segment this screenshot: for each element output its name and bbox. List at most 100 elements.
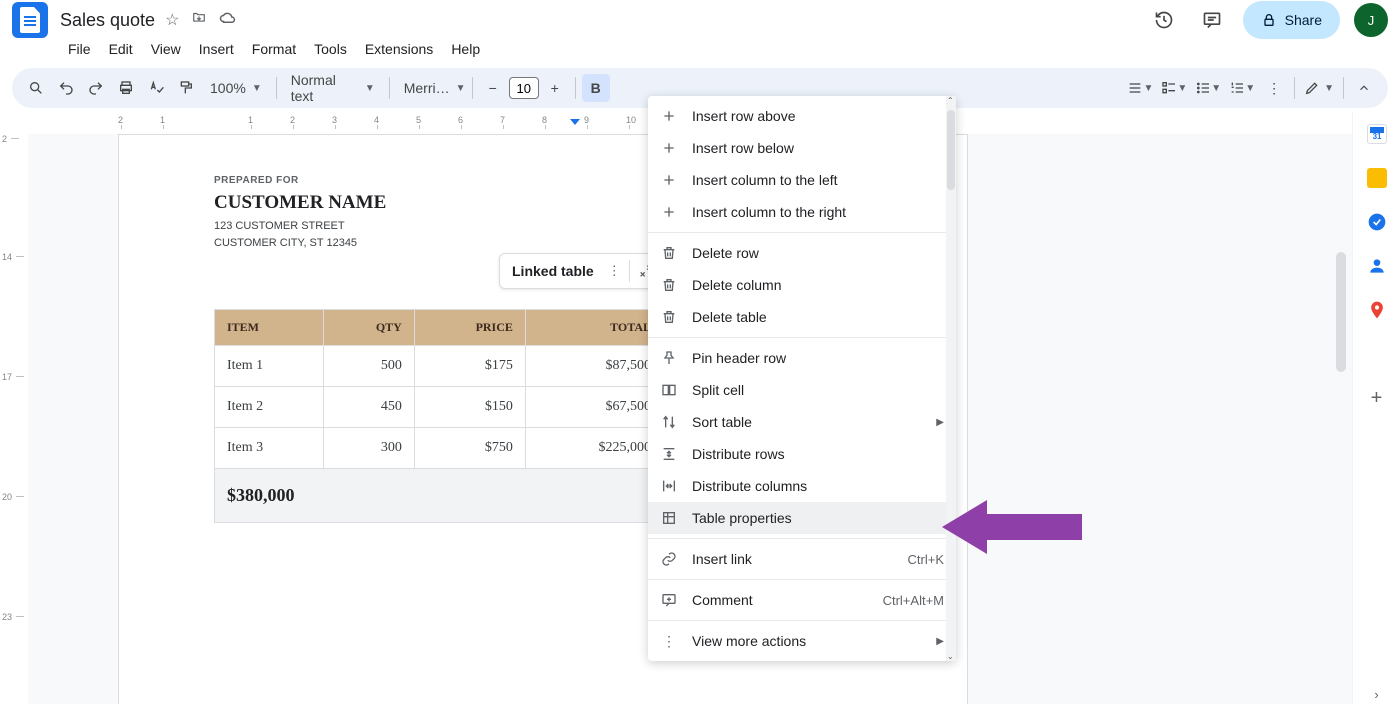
ctx-insert-link[interactable]: Insert linkCtrl+K (648, 543, 956, 575)
table-total-row[interactable]: $380,000 (215, 469, 664, 523)
search-menus-icon[interactable] (22, 74, 50, 102)
checklist-icon[interactable]: ▼ (1158, 74, 1190, 102)
more-icon: ⋮ (660, 632, 678, 650)
ctx-comment[interactable]: CommentCtrl+Alt+M (648, 584, 956, 616)
grand-total[interactable]: $380,000 (215, 469, 664, 523)
side-panel: 31 + › (1352, 112, 1400, 704)
trash-icon (660, 276, 678, 294)
ctx-label: View more actions (692, 633, 806, 649)
calendar-app-icon[interactable]: 31 (1367, 124, 1387, 144)
comments-icon[interactable] (1195, 3, 1229, 37)
paragraph-style-dropdown[interactable]: Normal text ▼ (283, 74, 383, 102)
dist-v-icon (660, 445, 678, 463)
history-icon[interactable] (1147, 3, 1181, 37)
menu-insert[interactable]: Insert (191, 37, 242, 61)
paint-format-icon[interactable] (172, 74, 200, 102)
ruler-tick: 17 (2, 372, 12, 382)
lock-icon (1261, 12, 1277, 28)
undo-icon[interactable] (52, 74, 80, 102)
ctx-distribute-columns[interactable]: Distribute columns (648, 470, 956, 502)
bold-button[interactable]: B (582, 74, 610, 102)
contacts-app-icon[interactable] (1367, 256, 1387, 276)
col-qty[interactable]: QTY (323, 310, 414, 346)
context-menu-scrollbar[interactable] (946, 96, 956, 661)
font-size-input[interactable] (509, 77, 539, 99)
ctx-view-more-actions[interactable]: ⋮View more actions▶ (648, 625, 956, 657)
menu-help[interactable]: Help (443, 37, 488, 61)
ctx-label: Insert link (692, 551, 752, 567)
editing-mode-dropdown[interactable]: ▼ (1301, 74, 1337, 102)
print-icon[interactable] (112, 74, 140, 102)
font-size-group: − + (479, 74, 569, 102)
ctx-label: Distribute columns (692, 478, 807, 494)
col-price[interactable]: PRICE (414, 310, 525, 346)
decrease-font-icon[interactable]: − (479, 74, 507, 102)
plus-icon (660, 107, 678, 125)
keep-app-icon[interactable] (1367, 168, 1387, 188)
menu-tools[interactable]: Tools (306, 37, 355, 61)
table-row[interactable]: Item 3 300 $750 $225,000 (215, 428, 664, 469)
document-title[interactable]: Sales quote (60, 10, 155, 31)
ctx-delete-row[interactable]: Delete row (648, 237, 956, 269)
callout-arrow-icon (942, 492, 1082, 562)
font-family-dropdown[interactable]: Merri… ▼ (396, 74, 466, 102)
ctx-split-cell[interactable]: Split cell (648, 374, 956, 406)
linked-options-icon[interactable]: ⋮ (608, 263, 621, 279)
col-total[interactable]: TOTAL (525, 310, 663, 346)
ctx-insert-column-to-the-left[interactable]: Insert column to the left (648, 164, 956, 196)
ruler-tick: 20 (2, 492, 12, 502)
spellcheck-icon[interactable] (142, 74, 170, 102)
align-dropdown[interactable]: ▼ (1124, 74, 1156, 102)
scrollbar-thumb[interactable] (947, 110, 955, 190)
indent-marker-icon[interactable] (570, 119, 580, 125)
ctx-insert-row-above[interactable]: Insert row above (648, 100, 956, 132)
ctx-label: Insert column to the right (692, 204, 846, 220)
increase-font-icon[interactable]: + (541, 74, 569, 102)
numbered-list-icon[interactable]: ▼ (1226, 74, 1258, 102)
split-icon (660, 381, 678, 399)
ctx-insert-column-to-the-right[interactable]: Insert column to the right (648, 196, 956, 228)
account-avatar[interactable]: J (1354, 3, 1388, 37)
menu-extensions[interactable]: Extensions (357, 37, 441, 61)
star-icon[interactable]: ☆ (165, 10, 179, 30)
ctx-delete-column[interactable]: Delete column (648, 269, 956, 301)
zoom-dropdown[interactable]: 100% ▼ (202, 74, 270, 102)
ctx-sort-table[interactable]: Sort table▶ (648, 406, 956, 438)
chevron-down-icon: ▼ (456, 83, 466, 94)
ctx-distribute-rows[interactable]: Distribute rows (648, 438, 956, 470)
context-menu-separator (648, 232, 956, 233)
tasks-app-icon[interactable] (1367, 212, 1387, 232)
ctx-pin-header-row[interactable]: Pin header row (648, 342, 956, 374)
ctx-label: Insert row below (692, 140, 794, 156)
col-item[interactable]: ITEM (215, 310, 324, 346)
menu-file[interactable]: File (60, 37, 99, 61)
context-menu-separator (648, 538, 956, 539)
menu-view[interactable]: View (143, 37, 189, 61)
more-toolbar-icon[interactable]: ⋮ (1260, 74, 1288, 102)
chevron-down-icon: ▼ (365, 83, 375, 94)
docs-logo-icon[interactable] (12, 2, 48, 38)
page-scrollbar[interactable] (1336, 112, 1348, 704)
ctx-insert-row-below[interactable]: Insert row below (648, 132, 956, 164)
sales-table[interactable]: ITEM QTY PRICE TOTAL Item 1 500 $175 $87… (214, 309, 664, 523)
maps-app-icon[interactable] (1367, 300, 1387, 320)
trash-icon (660, 308, 678, 326)
ctx-table-properties[interactable]: Table properties (648, 502, 956, 534)
linked-table-label: Linked table (506, 263, 600, 279)
collapse-toolbar-icon[interactable] (1350, 74, 1378, 102)
vertical-ruler: 2 14 17 20 23 (0, 112, 28, 704)
plus-icon (660, 171, 678, 189)
hide-sidepanel-icon[interactable]: › (1367, 684, 1387, 704)
bulleted-list-icon[interactable]: ▼ (1192, 74, 1224, 102)
share-button[interactable]: Share (1243, 1, 1340, 39)
table-row[interactable]: Item 1 500 $175 $87,500 (215, 346, 664, 387)
move-icon[interactable] (191, 10, 207, 30)
table-row[interactable]: Item 2 450 $150 $67,500 (215, 387, 664, 428)
scrollbar-thumb[interactable] (1336, 252, 1346, 372)
cloud-status-icon[interactable] (219, 10, 237, 30)
menu-edit[interactable]: Edit (101, 37, 141, 61)
menu-format[interactable]: Format (244, 37, 304, 61)
ctx-delete-table[interactable]: Delete table (648, 301, 956, 333)
redo-icon[interactable] (82, 74, 110, 102)
add-apps-icon[interactable]: + (1367, 388, 1387, 408)
